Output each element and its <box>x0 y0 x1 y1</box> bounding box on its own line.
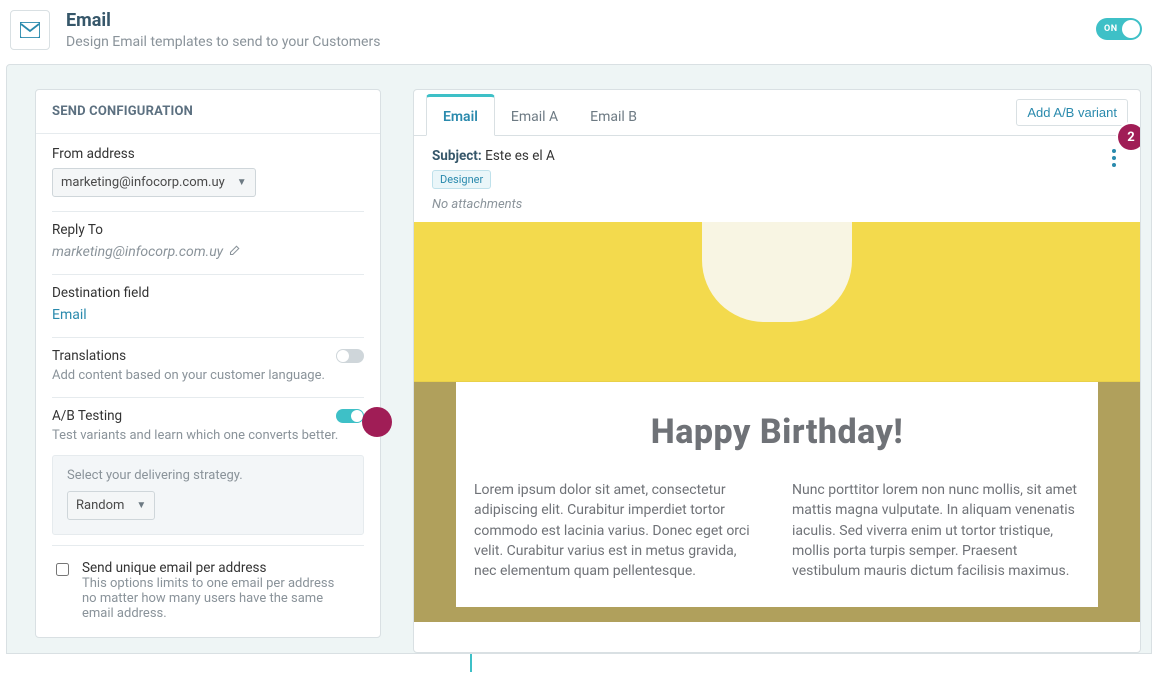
channel-toggle[interactable]: ON <box>1096 18 1142 40</box>
destination-field-value[interactable]: Email <box>52 307 87 323</box>
ab-testing-toggle[interactable] <box>336 409 364 423</box>
translations-label: Translations <box>52 348 126 364</box>
delivery-strategy-box: Select your delivering strategy. Random … <box>52 455 364 535</box>
more-menu-icon[interactable] <box>1104 146 1124 170</box>
email-icon <box>10 10 50 50</box>
chevron-down-icon: ▼ <box>237 177 247 188</box>
destination-field-label: Destination field <box>52 285 364 301</box>
hero-image <box>414 222 1140 382</box>
divider <box>52 545 364 546</box>
toggle-on-label: ON <box>1104 24 1118 34</box>
variant-tabs: Email Email A Email B Add A/B variant <box>414 90 1140 136</box>
reply-to-value: marketing@infocorp.com.uy <box>52 244 223 260</box>
designer-tag[interactable]: Designer <box>432 170 491 189</box>
subject-value: Este es el A <box>485 148 555 164</box>
email-copy-col1: Lorem ipsum dolor sit amet, consectetur … <box>474 480 762 581</box>
tab-email[interactable]: Email <box>426 94 495 136</box>
workspace: SEND CONFIGURATION From address marketin… <box>6 64 1152 654</box>
translations-help: Add content based on your customer langu… <box>52 368 364 383</box>
send-configuration-panel: SEND CONFIGURATION From address marketin… <box>35 89 381 638</box>
unique-email-checkbox[interactable] <box>56 563 69 576</box>
from-address-label: From address <box>52 146 364 162</box>
translations-toggle[interactable] <box>336 349 364 363</box>
email-content: Happy Birthday! Lorem ipsum dolor sit am… <box>456 382 1098 607</box>
variant-count-badge: 2 <box>1118 124 1141 150</box>
subject-label: Subject: <box>432 148 482 164</box>
divider <box>52 274 364 275</box>
strategy-select[interactable]: Random ▼ <box>67 491 155 520</box>
timeline-connector <box>470 654 1158 672</box>
panel-title: SEND CONFIGURATION <box>36 90 380 134</box>
tour-highlight-dot <box>362 407 392 437</box>
divider <box>52 337 364 338</box>
edit-icon[interactable] <box>229 244 241 260</box>
unique-email-help: This options limits to one email per add… <box>82 576 352 621</box>
from-address-value: marketing@infocorp.com.uy <box>61 175 225 190</box>
email-copy-col2: Nunc porttitor lorem non nunc mollis, si… <box>792 480 1080 581</box>
strategy-value: Random <box>76 498 124 513</box>
tab-email-a[interactable]: Email A <box>495 97 574 135</box>
chevron-down-icon: ▼ <box>136 500 146 511</box>
page-title: Email <box>66 10 380 32</box>
divider <box>52 211 364 212</box>
divider <box>52 397 364 398</box>
ab-testing-label: A/B Testing <box>52 408 122 424</box>
strategy-label: Select your delivering strategy. <box>67 468 349 483</box>
from-address-select[interactable]: marketing@infocorp.com.uy ▼ <box>52 168 256 197</box>
subject-bar: Subject: Este es el A Designer No attach… <box>414 136 1140 222</box>
email-heading: Happy Birthday! <box>474 412 1080 452</box>
unique-email-label: Send unique email per address <box>82 560 352 576</box>
tab-email-b[interactable]: Email B <box>574 97 653 135</box>
page-header: Email Design Email templates to send to … <box>0 0 1158 64</box>
email-body-preview: Happy Birthday! Lorem ipsum dolor sit am… <box>414 222 1140 622</box>
add-variant-button[interactable]: Add A/B variant <box>1016 99 1128 126</box>
page-subtitle: Design Email templates to send to your C… <box>66 34 380 50</box>
email-preview-panel: 2 Email Email A Email B Add A/B variant … <box>413 89 1141 653</box>
reply-to-label: Reply To <box>52 222 364 238</box>
ab-testing-help: Test variants and learn which one conver… <box>52 428 364 443</box>
attachments-note: No attachments <box>432 197 1122 212</box>
